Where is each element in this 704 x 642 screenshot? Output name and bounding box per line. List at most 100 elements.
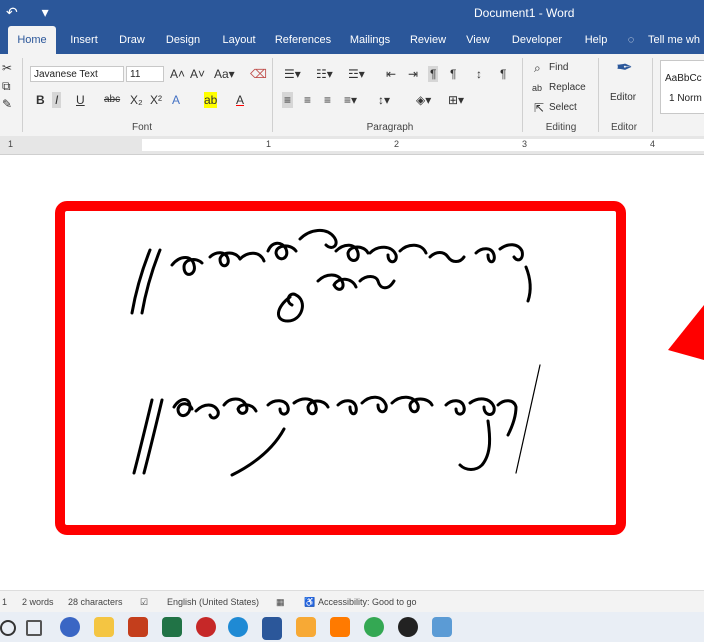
change-case-icon[interactable]: Aa▾: [214, 66, 235, 82]
edge-icon[interactable]: [228, 617, 248, 637]
bold-icon[interactable]: B: [36, 92, 45, 108]
italic-icon[interactable]: I: [52, 92, 62, 108]
select-icon[interactable]: ⇱: [534, 100, 544, 116]
rtl-direction-icon[interactable]: ¶: [450, 66, 456, 82]
replace-button[interactable]: Replace: [549, 82, 586, 93]
cut-icon[interactable]: ✂: [2, 60, 12, 76]
accessibility-status[interactable]: Accessibility: Good to go: [318, 597, 417, 607]
find-icon[interactable]: ⌕: [534, 60, 541, 76]
sort-icon[interactable]: ↕: [476, 66, 482, 82]
highlight-icon[interactable]: ab: [204, 92, 218, 108]
ribbon-home: ✂ ⧉ ✎ Javanese Text 11 A˄ A˅ Aa▾ ⌫ B I U…: [0, 54, 704, 137]
search-icon[interactable]: [0, 620, 16, 636]
file-explorer-icon[interactable]: [94, 617, 114, 637]
document-page[interactable]: [0, 155, 704, 577]
javanese-script-line-2: [132, 364, 541, 477]
character-count[interactable]: 28 characters: [68, 597, 123, 607]
word-count[interactable]: 2 words: [22, 597, 54, 607]
word-icon[interactable]: [262, 617, 282, 640]
increase-indent-icon[interactable]: ⇥: [408, 66, 418, 82]
ruler-number: 2: [394, 139, 400, 149]
align-left-icon[interactable]: ≡: [282, 92, 294, 108]
macro-icon[interactable]: ▦: [276, 597, 285, 608]
styles-gallery[interactable]: AaBbCc 1 Norm: [660, 60, 704, 114]
powerpoint-icon[interactable]: [128, 617, 148, 637]
multilevel-list-icon[interactable]: ☲▾: [348, 66, 365, 82]
tab-layout[interactable]: Layout: [216, 26, 262, 54]
editor-icon[interactable]: ✒: [616, 58, 633, 78]
video-app-icon[interactable]: [296, 617, 316, 637]
windows-taskbar: [0, 612, 704, 642]
chat-icon[interactable]: [60, 617, 80, 637]
align-center-icon[interactable]: ≡: [304, 92, 311, 108]
chrome-icon[interactable]: [364, 617, 384, 637]
accessibility-icon: ♿: [304, 597, 316, 607]
tab-insert[interactable]: Insert: [62, 26, 106, 54]
quick-access-toolbar[interactable]: ↶ ▾: [6, 4, 59, 21]
shrink-font-icon[interactable]: A˅: [190, 66, 205, 82]
numbering-icon[interactable]: ☷▾: [316, 66, 333, 82]
ruler-number: 1: [266, 139, 272, 149]
line-spacing-icon[interactable]: ↕▾: [378, 92, 390, 108]
language-indicator[interactable]: English (United States): [167, 597, 259, 607]
separator: [598, 58, 599, 132]
tab-developer[interactable]: Developer: [506, 26, 568, 54]
justify-icon[interactable]: ≡▾: [344, 92, 357, 108]
ltr-direction-icon[interactable]: ¶: [428, 66, 439, 82]
separator: [522, 58, 523, 132]
proofing-icon[interactable]: ☑: [140, 597, 148, 608]
tab-help[interactable]: Help: [578, 26, 614, 54]
app-icon[interactable]: [432, 617, 452, 637]
borders-icon[interactable]: ⊞▾: [448, 92, 464, 108]
ruler-number: 1: [8, 139, 14, 149]
underline-icon[interactable]: U: [76, 92, 85, 108]
red-arrow-shape: [668, 305, 704, 360]
editing-group-label: Editing: [545, 122, 577, 133]
task-view-icon[interactable]: [26, 620, 42, 636]
subscript-icon[interactable]: X₂: [130, 92, 143, 108]
separator: [22, 58, 23, 132]
ribbon-tabs: Home Insert Draw Design Layout Reference…: [0, 26, 704, 54]
editor-button[interactable]: Editor: [610, 92, 636, 103]
show-marks-icon[interactable]: ¶: [500, 66, 506, 82]
find-button[interactable]: Find: [549, 62, 568, 73]
font-name-select[interactable]: Javanese Text: [30, 66, 124, 82]
style-name: 1 Norm: [669, 93, 702, 104]
grow-font-icon[interactable]: A˄: [170, 66, 185, 82]
tab-review[interactable]: Review: [406, 26, 450, 54]
tab-design[interactable]: Design: [160, 26, 206, 54]
page-indicator[interactable]: 1: [2, 597, 7, 607]
format-painter-icon[interactable]: ✎: [2, 96, 12, 112]
decrease-indent-icon[interactable]: ⇤: [386, 66, 396, 82]
replace-icon[interactable]: ab: [532, 80, 542, 96]
strikethrough-icon[interactable]: abc: [104, 92, 120, 108]
font-size-select[interactable]: 11: [126, 66, 164, 82]
ruler-number: 3: [522, 139, 528, 149]
status-bar: 1 2 words 28 characters ☑ English (Unite…: [0, 590, 704, 613]
horizontal-ruler[interactable]: 1 1 2 3 4: [0, 136, 704, 155]
media-app-icon[interactable]: [196, 617, 216, 637]
excel-icon[interactable]: [162, 617, 182, 637]
bullets-icon[interactable]: ☰▾: [284, 66, 301, 82]
text-effects-icon[interactable]: A: [172, 92, 180, 108]
editor-group-label: Editor: [610, 122, 638, 133]
superscript-icon[interactable]: X²: [150, 92, 162, 108]
tab-draw[interactable]: Draw: [112, 26, 152, 54]
align-right-icon[interactable]: ≡: [324, 92, 331, 108]
document-canvas: [55, 201, 704, 535]
recorder-icon[interactable]: [398, 617, 418, 637]
vlc-icon[interactable]: [330, 617, 350, 637]
clear-formatting-icon[interactable]: ⌫: [250, 66, 267, 82]
ruler-number: 4: [650, 139, 656, 149]
select-button[interactable]: Select: [549, 102, 577, 113]
tab-references[interactable]: References: [272, 26, 334, 54]
tab-mailings[interactable]: Mailings: [344, 26, 396, 54]
lightbulb-icon: ◌: [627, 34, 635, 46]
tell-me-search[interactable]: Tell me wh: [648, 26, 704, 54]
font-color-icon[interactable]: A: [236, 92, 244, 108]
tab-home[interactable]: Home: [8, 26, 56, 54]
tab-view[interactable]: View: [458, 26, 498, 54]
shading-icon[interactable]: ◈▾: [416, 92, 431, 108]
copy-icon[interactable]: ⧉: [2, 78, 11, 94]
separator: [272, 58, 273, 132]
